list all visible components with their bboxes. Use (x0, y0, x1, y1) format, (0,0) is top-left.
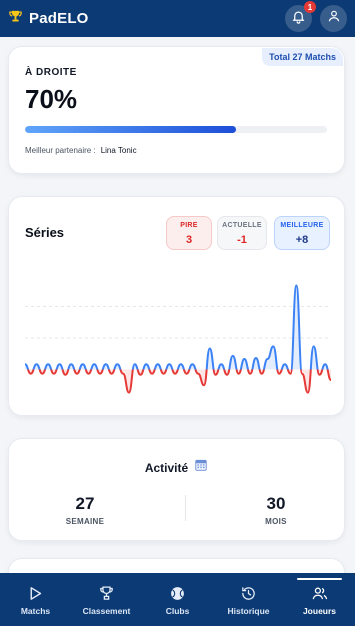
nav-historique[interactable]: Historique (213, 573, 284, 626)
current-streak-label: ACTUELLE (222, 222, 262, 229)
app-title: PadELO (29, 10, 89, 27)
notifications-button[interactable]: 1 (285, 1, 316, 32)
user-icon (327, 9, 341, 28)
best-streak-pill: MEILLEURE +8 (274, 216, 330, 250)
notification-badge: 1 (304, 1, 316, 13)
activity-title: Activité (144, 460, 189, 475)
brand[interactable]: PadELO (8, 9, 89, 29)
week-count: 27 (75, 494, 95, 513)
side-stats-card: Total 27 Matchs À DROITE 70% Meilleur pa… (8, 46, 345, 174)
app-header: PadELO 1 (0, 0, 355, 37)
worst-streak-value: 3 (185, 234, 193, 246)
player-stats-page: Total 27 Matchs À DROITE 70% Meilleur pa… (0, 37, 355, 598)
current-streak-value: -1 (237, 234, 247, 246)
bell-icon (291, 9, 306, 29)
play-icon (27, 584, 44, 602)
positive-series-line (24, 284, 329, 370)
worst-streak-label: PIRE (180, 222, 198, 229)
worst-streak-pill: PIRE 3 (166, 216, 212, 250)
nav-clubs[interactable]: Clubs (142, 573, 213, 626)
activity-card: Activité 27 SEMAINE 30 MOIS (8, 438, 345, 541)
negative-series-line (27, 369, 332, 394)
negative-area (25, 369, 331, 393)
nav-label: Matchs (20, 606, 51, 616)
best-streak-value: +8 (295, 234, 309, 246)
best-partner-name[interactable]: Lina Tonic (101, 146, 137, 155)
nav-label: Historique (227, 606, 270, 616)
total-matches-badge: Total 27 Matchs (262, 48, 343, 66)
nav-label: Joueurs (302, 606, 337, 616)
positive-area (25, 285, 331, 370)
activity-divider (185, 495, 186, 521)
month-label: MOIS (265, 517, 287, 526)
bottom-navigation: Matchs Classement Clubs Historique Joueu… (0, 573, 355, 626)
nav-classement[interactable]: Classement (71, 573, 142, 626)
week-label: SEMAINE (65, 517, 105, 526)
best-partner: Meilleur partenaire : Lina Tonic (25, 146, 137, 155)
users-icon (311, 584, 329, 602)
side-progress-bar (25, 126, 327, 133)
trophy-icon (8, 9, 23, 29)
series-chart (24, 284, 332, 394)
nav-label: Classement (82, 606, 131, 616)
best-streak-label: MEILLEURE (280, 222, 324, 229)
trophy-icon (98, 584, 115, 602)
series-card: Séries PIRE 3 ACTUELLE -1 MEILLEURE +8 (8, 196, 345, 416)
ball-icon (169, 584, 186, 602)
series-title: Séries (25, 225, 65, 240)
month-count: 30 (266, 494, 286, 513)
calendar-icon (194, 458, 208, 477)
history-icon (240, 584, 257, 602)
current-streak-pill: ACTUELLE -1 (217, 216, 267, 250)
nav-matchs[interactable]: Matchs (0, 573, 71, 626)
nav-joueurs[interactable]: Joueurs (284, 573, 355, 626)
side-progress-fill (25, 126, 237, 133)
side-label: À DROITE (25, 67, 77, 78)
side-percentage: 70% (25, 84, 78, 114)
profile-button[interactable] (320, 5, 347, 32)
nav-label: Clubs (165, 606, 190, 616)
best-partner-label: Meilleur partenaire : (25, 146, 96, 155)
